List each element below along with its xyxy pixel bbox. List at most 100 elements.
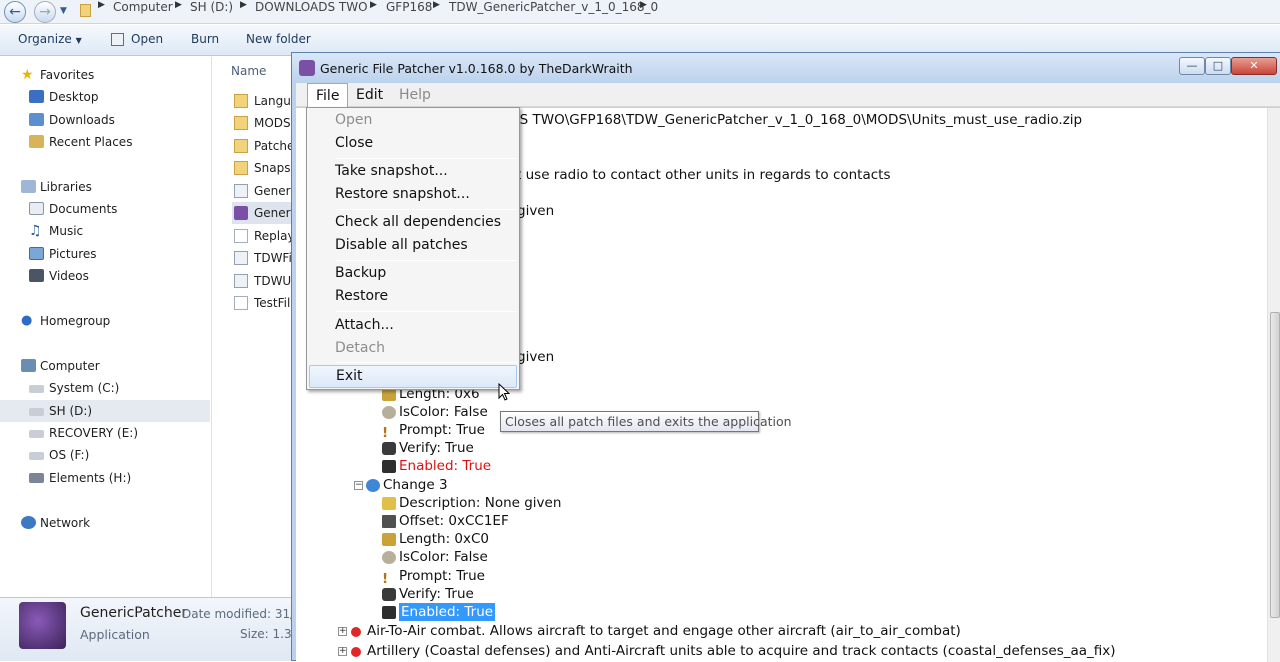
recent-pages-icon[interactable]: ▼ xyxy=(60,6,67,16)
homegroup-icon: ● xyxy=(21,313,33,328)
menu-separator xyxy=(335,209,517,210)
breadcrumb-downloads-two[interactable]: DOWNLOADS TWO xyxy=(255,0,368,22)
open-button[interactable]: Open xyxy=(131,32,163,46)
maximize-button[interactable]: □ xyxy=(1205,57,1231,75)
scrollbar-thumb[interactable] xyxy=(1270,312,1280,618)
verify-icon xyxy=(382,442,396,455)
vertical-scrollbar[interactable] xyxy=(1267,108,1280,662)
nav-os-f[interactable]: OS (F:) xyxy=(0,444,210,466)
file-name: Generi xyxy=(254,184,294,198)
nav-system-c[interactable]: System (C:) xyxy=(0,377,210,399)
nav-libraries[interactable]: Libraries xyxy=(0,176,210,198)
node-label: IsColor: False xyxy=(399,549,488,565)
nav-network[interactable]: Network xyxy=(0,512,210,534)
menu-separator xyxy=(335,260,517,261)
breadcrumb-sh-d[interactable]: SH (D:) xyxy=(190,0,233,22)
nav-label: Favorites xyxy=(40,68,95,82)
pictures-icon xyxy=(29,247,44,260)
nav-elements-h[interactable]: Elements (H:) xyxy=(0,467,210,489)
libraries-icon xyxy=(21,180,36,193)
menu-edit[interactable]: Edit xyxy=(348,83,391,107)
window-titlebar[interactable]: Generic File Patcher v1.0.168.0 by TheDa… xyxy=(292,53,1280,83)
nav-favorites[interactable]: ★ Favorites xyxy=(0,64,210,86)
enabled-icon xyxy=(382,460,396,473)
collapse-toggle-icon[interactable]: − xyxy=(354,481,363,490)
prompt-icon: ! xyxy=(382,571,389,587)
breadcrumb-gfp168[interactable]: GFP168 xyxy=(386,0,432,22)
menu-bar: File Edit Help xyxy=(296,83,1280,108)
chevron-right-icon: ▶ xyxy=(98,0,105,10)
offset-icon xyxy=(382,515,396,528)
details-pane: GenericPatcher Application Date modified… xyxy=(0,597,295,661)
nav-label: Pictures xyxy=(49,247,97,261)
details-size: Size: 1.38 xyxy=(240,627,292,641)
nav-music[interactable]: ♫ Music xyxy=(0,220,210,242)
breadcrumb-computer[interactable]: Computer xyxy=(113,0,173,22)
node-label: IsColor: False xyxy=(399,404,488,420)
back-icon[interactable]: ← xyxy=(4,1,26,23)
close-button[interactable]: ✕ xyxy=(1231,57,1277,75)
enabled-icon xyxy=(382,606,396,619)
palette-icon xyxy=(382,551,396,564)
menu-item-check-dependencies[interactable]: Check all dependencies xyxy=(309,211,517,234)
expand-toggle-icon[interactable]: + xyxy=(338,627,347,636)
node-label: Offset: 0xCC1EF xyxy=(399,513,509,529)
menu-item-restore[interactable]: Restore xyxy=(309,285,517,308)
nav-downloads[interactable]: Downloads xyxy=(0,109,210,131)
menu-item-exit[interactable]: Exit xyxy=(309,365,517,388)
nav-documents[interactable]: Documents xyxy=(0,198,210,220)
app-icon xyxy=(234,206,248,220)
nav-sh-d[interactable]: SH (D:) xyxy=(0,400,210,422)
folder-icon xyxy=(80,4,91,17)
menu-item-take-snapshot[interactable]: Take snapshot... xyxy=(309,160,517,183)
patch-air-to-air[interactable]: Air-To-Air combat. Allows aircraft to ta… xyxy=(367,622,961,640)
nav-label: Downloads xyxy=(49,113,115,127)
network-icon xyxy=(21,516,36,529)
nav-desktop[interactable]: Desktop xyxy=(0,86,210,108)
recent-places-icon xyxy=(29,135,44,148)
documents-icon xyxy=(29,202,44,215)
nav-label: Libraries xyxy=(40,180,92,194)
expand-toggle-icon[interactable]: + xyxy=(338,647,347,656)
nav-label: Recent Places xyxy=(49,135,133,149)
menu-separator xyxy=(335,311,517,312)
nav-computer[interactable]: Computer xyxy=(0,355,210,377)
config-file-icon xyxy=(234,184,248,198)
dropdown-icon: ▼ xyxy=(75,36,82,45)
verify-icon xyxy=(382,588,396,601)
menu-item-disable-all-patches[interactable]: Disable all patches xyxy=(309,234,517,257)
node-label: Length: 0xC0 xyxy=(399,531,489,547)
palette-icon xyxy=(382,406,396,419)
breadcrumb-tdw-patcher[interactable]: TDW_GenericPatcher_v_1_0_168_0 xyxy=(449,0,658,22)
nav-label: SH (D:) xyxy=(49,404,93,418)
patch-artillery[interactable]: Artillery (Coastal defenses) and Anti-Ai… xyxy=(367,642,1116,660)
organize-button[interactable]: Organize ▼ xyxy=(18,32,82,46)
menu-item-close[interactable]: Close xyxy=(309,132,517,155)
nav-recovery-e[interactable]: RECOVERY (E:) xyxy=(0,422,210,444)
menu-item-open[interactable]: Open xyxy=(309,109,517,132)
node-label: Verify: True xyxy=(399,586,474,602)
nav-label: Documents xyxy=(49,202,118,216)
nav-recent-places[interactable]: Recent Places xyxy=(0,131,210,153)
node-label: Prompt: True xyxy=(399,422,485,438)
menu-file[interactable]: File xyxy=(307,83,349,108)
disabled-patch-icon xyxy=(351,627,361,637)
menu-item-attach[interactable]: Attach... xyxy=(309,314,517,337)
file-name: TDWU xyxy=(254,274,292,288)
menu-item-detach[interactable]: Detach xyxy=(309,337,517,360)
menu-item-restore-snapshot[interactable]: Restore snapshot... xyxy=(309,183,517,206)
nav-homegroup[interactable]: ● Homegroup xyxy=(0,310,210,332)
file-menu-dropdown: Open Close Take snapshot... Restore snap… xyxy=(306,107,520,390)
column-header-name[interactable]: Name xyxy=(213,57,303,85)
nav-pictures[interactable]: Pictures xyxy=(0,243,210,265)
burn-button[interactable]: Burn xyxy=(191,32,219,46)
new-folder-button[interactable]: New folder xyxy=(246,32,311,46)
nav-label: Homegroup xyxy=(40,314,111,328)
menu-item-backup[interactable]: Backup xyxy=(309,262,517,285)
nav-videos[interactable]: Videos xyxy=(0,265,210,287)
minimize-button[interactable]: — xyxy=(1179,57,1205,75)
patch-path: OS TWO\GFP168\TDW_GenericPatcher_v_1_0_1… xyxy=(509,112,1083,128)
forward-icon[interactable]: → xyxy=(34,1,56,23)
menu-help[interactable]: Help xyxy=(391,83,439,107)
node-label: Verify: True xyxy=(399,440,474,456)
